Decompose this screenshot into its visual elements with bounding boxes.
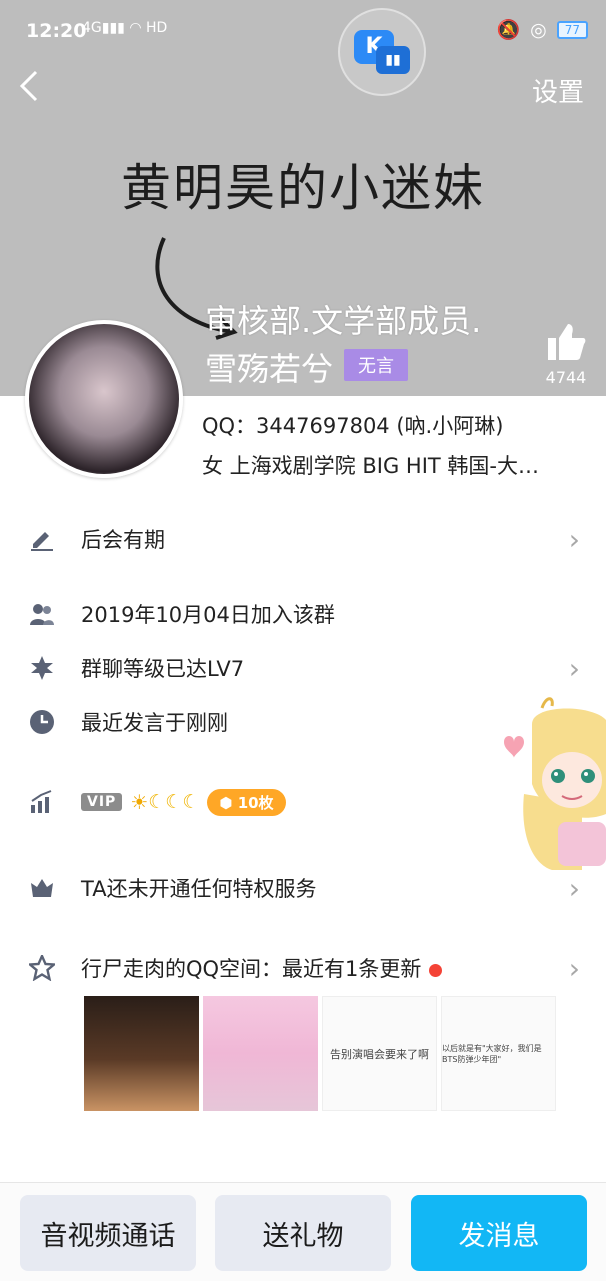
qzone-label: 行尸走肉的QQ空间：最近有1条更新 xyxy=(81,957,422,981)
chevron-left-icon xyxy=(19,70,38,102)
vip-label: VIP xyxy=(81,793,123,811)
edit-icon xyxy=(31,532,53,551)
unread-dot xyxy=(429,963,443,977)
avatar[interactable] xyxy=(25,320,183,478)
photo-text-2-caption: 以后就是有"大家好，我们是BTS防弹少年团" xyxy=(442,1043,542,1064)
chevron-right-icon: › xyxy=(568,522,580,556)
status-bar: 12:20 4G▮▮▮ ◠ HD 🔕 ◎ 77 xyxy=(0,0,606,62)
status-time: 12:20 xyxy=(26,20,87,42)
settings-button[interactable]: 设置 xyxy=(532,72,584,109)
sun-icon: ☀ xyxy=(130,790,149,814)
photo-text-2[interactable]: 以后就是有"大家好，我们是BTS防弹少年团" xyxy=(441,996,556,1111)
mute-icon: 🔕 xyxy=(496,19,521,41)
qq-number[interactable]: QQ：3447697804 (吶.小阿琳) xyxy=(202,410,503,440)
photo-text-1-caption: 告别演唱会要来了啊 xyxy=(330,1047,429,1061)
coin-badge[interactable]: ⬢ 10枚 xyxy=(207,788,286,816)
qzone-star-icon xyxy=(29,955,55,981)
av-call-button[interactable]: 音视频通话 xyxy=(20,1195,196,1271)
clock-icon xyxy=(30,710,54,734)
like-button[interactable]: 4744 xyxy=(544,322,588,387)
logo-bars-glyph: ▮▮ xyxy=(376,46,410,74)
photo-portrait[interactable] xyxy=(203,996,318,1111)
privilege-text: TA还未开通任何特权服务 xyxy=(81,877,317,901)
qzone-text: 行尸走肉的QQ空间：最近有1条更新 xyxy=(81,953,443,983)
members-icon xyxy=(30,604,54,625)
signal-icon: 4G▮▮▮ ◠ HD xyxy=(82,20,168,36)
photo-text-1[interactable]: 告别演唱会要来了啊 xyxy=(322,996,437,1111)
title-badge[interactable]: 无言 xyxy=(344,349,408,381)
photo-fireworks[interactable] xyxy=(84,996,199,1111)
qzone-row[interactable]: 行尸走肉的QQ空间：最近有1条更新 › xyxy=(0,940,606,996)
battery-icon: 77 xyxy=(556,20,588,39)
send-gift-button[interactable]: 送礼物 xyxy=(215,1195,391,1271)
crown-icon xyxy=(31,879,53,897)
joined-text: 2019年10月04日加入该群 xyxy=(81,603,335,627)
app-logo-icon[interactable]: K ▮▮ xyxy=(338,8,426,96)
signature-row[interactable]: 后会有期 › xyxy=(0,511,606,567)
thumbs-up-icon xyxy=(548,324,586,360)
nickname-line1: 审核部.文学部成员. xyxy=(205,302,482,340)
network-type: 4G xyxy=(82,20,102,36)
lock-icon: ◎ xyxy=(530,18,547,41)
joined-row: 2019年10月04日加入该群 xyxy=(0,586,606,642)
star-icon xyxy=(31,656,53,680)
last-spoke-text: 最近发言于刚刚 xyxy=(81,711,228,735)
bottom-action-bar: 音视频通话 送礼物 发消息 xyxy=(0,1182,606,1281)
coin-count: 10枚 xyxy=(237,793,274,812)
back-button[interactable] xyxy=(16,66,42,116)
signature-text: 后会有期 xyxy=(81,528,165,552)
like-count: 4744 xyxy=(545,368,587,387)
chevron-right-icon: › xyxy=(568,651,580,685)
chart-up-icon xyxy=(31,790,52,813)
qzone-photos: 告别演唱会要来了啊 以后就是有"大家好，我们是BTS防弹少年团" xyxy=(84,996,556,1111)
send-message-button[interactable]: 发消息 xyxy=(411,1195,587,1271)
moon-icon: ☾☾☾ xyxy=(148,791,200,813)
chevron-right-icon: › xyxy=(568,951,580,985)
level-row[interactable]: 群聊等级已达LV7 › xyxy=(0,640,606,696)
cover-text: 黄明昊的小迷妹 xyxy=(121,159,485,217)
nickname-line2: 雪殇若兮 xyxy=(205,350,334,388)
profile-info[interactable]: 女 上海戏剧学院 BIG HIT 韩国-大… xyxy=(202,450,582,480)
status-right: 🔕 ◎ 77 xyxy=(496,18,588,41)
level-text: 群聊等级已达LV7 xyxy=(81,657,245,681)
mascot-sticker[interactable] xyxy=(502,694,606,874)
chevron-right-icon: › xyxy=(568,871,580,905)
vip-badges: VIP ☀ ☾☾☾ ⬢ 10枚 xyxy=(81,788,286,816)
